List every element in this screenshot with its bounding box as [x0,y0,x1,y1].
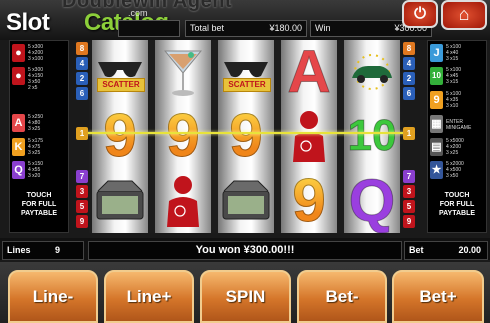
watermark-domain: .com [128,8,148,18]
total-bet-display: Total bet ¥180.00 [185,20,307,37]
enter-minigame-icon: ▦ [430,115,443,133]
line-marker[interactable]: 9 [403,215,415,228]
agent-icon [293,110,325,162]
number-9-symbol: 9 [92,104,148,167]
paytable-row: Q 5 x150 4 x55 3 x20 [12,160,68,182]
paytable-row: 10 5 x100 4 x45 3 x15 [430,66,486,88]
reel-symbol [281,104,337,167]
paytable-row: ● 5 x300 4 x200 3 x100 [12,43,68,65]
line-minus-button[interactable]: Line- [8,270,98,323]
line-marker[interactable]: 9 [76,215,88,228]
line-marker[interactable]: 8 [403,42,415,55]
bet-minus-button[interactable]: Bet- [297,270,387,323]
watermark-slot: Slot [6,9,50,36]
paytable-row: ▤ 5 x5000 4 x200 3 x25 [430,138,464,156]
paytable-row: ▦ ENTER MINIGAME [430,114,486,136]
win-message: You won ¥300.00!!! [88,241,402,260]
left-paytable[interactable]: ● 5 x300 4 x200 3 x100 ● 5 x300 4 x150 3 x50… [9,40,69,233]
briefcase-icon [96,180,144,219]
paytable-row: K 5 x175 4 x75 3 x25 [12,137,68,159]
line-marker[interactable]: 3 [403,185,415,198]
home-icon: ⌂ [458,4,470,24]
agent-icon [167,175,199,227]
number-9-symbol: 9 [218,104,274,167]
line-marker[interactable]: 1 [76,127,88,140]
paytable-row: 9 5 x100 4 x35 3 x10 [430,90,486,112]
reel-symbol [218,169,274,232]
letter-q-symbol: Q [348,166,396,234]
line-marker[interactable]: 4 [76,57,88,70]
winning-payline [82,132,412,134]
number-10-symbol: 10 [347,110,397,160]
reel-symbol [92,169,148,232]
reel-symbol [155,40,211,103]
agent-icon: ● [12,44,25,62]
number-9-icon: 9 [430,91,443,109]
wild-icon: ★ [430,161,443,179]
total-bet-label: Total bet [190,23,225,33]
line-marker[interactable]: 2 [403,72,415,85]
reel-symbol [155,169,211,232]
paytable-row: ★ 5 x2000 4 x500 3 x50 [430,161,464,179]
letter-q-icon: Q [12,161,25,179]
reel-5: 10 Q [344,40,400,233]
letter-a-symbol: A [287,37,331,105]
lines-label: Lines [7,245,31,255]
right-paytable[interactable]: J 5 x100 4 x40 3 x15 10 5 x100 4 x45 3 x15 9… [427,40,487,233]
line-marker[interactable]: 8 [76,42,88,55]
home-button[interactable]: ⌂ [441,0,487,30]
letter-k-icon: K [12,138,25,156]
touch-for-paytable[interactable]: TOUCH FOR FULL PAYTABLE [10,191,68,218]
bet-display: Bet 20.00 [404,241,488,260]
sports-car-icon [352,53,392,90]
paytable-row: ● 5 x300 4 x150 3 x50 2 x5 [12,66,68,91]
reel-1: SCATTER 9 [92,40,148,233]
line-marker[interactable]: 3 [76,185,88,198]
line-marker[interactable]: 7 [76,170,88,183]
scatter-label: SCATTER [97,78,145,92]
line-marker[interactable]: 1 [403,127,415,140]
line-marker[interactable]: 2 [76,72,88,85]
credit-display [118,20,180,37]
number-9-symbol: 9 [281,169,337,232]
touch-for-paytable[interactable]: TOUCH FOR FULL PAYTABLE [428,191,486,218]
reel-2: 9 [155,40,211,233]
line-marker[interactable]: 6 [76,87,88,100]
letter-j-icon: J [430,44,443,62]
line-plus-button[interactable]: Line+ [104,270,194,323]
line-marker[interactable]: 5 [403,200,415,213]
reel-4: A 9 [281,40,337,233]
line-marker[interactable]: 6 [403,87,415,100]
scatter-label: SCATTER [223,78,271,92]
bet-value: 20.00 [458,245,481,255]
paytable-row: J 5 x100 4 x40 3 x15 [430,43,486,65]
reel-symbol [344,40,400,103]
line-marker[interactable]: 4 [403,57,415,70]
win-label: Win [315,23,331,33]
reel-symbol: SCATTER [92,40,148,103]
bet-label: Bet [409,245,424,255]
briefcase-icon [222,180,270,219]
power-icon: ⏻ [414,5,426,22]
agent-icon: ● [12,67,25,85]
briefcase-icon: ▤ [430,138,443,156]
letter-a-icon: A [12,114,25,132]
paytable-row: A 5 x250 4 x80 3 x25 [12,113,68,135]
lines-value: 9 [55,245,61,255]
spin-button[interactable]: SPIN [200,270,291,323]
bet-plus-button[interactable]: Bet+ [392,270,484,323]
reel-symbol: SCATTER [218,40,274,103]
martini-icon [163,50,203,96]
number-9-symbol: 9 [155,104,211,167]
reel-3: SCATTER 9 [218,40,274,233]
power-button[interactable]: ⏻ [402,0,438,28]
lines-display: Lines 9 [2,241,84,260]
total-bet-value: ¥180.00 [269,23,302,33]
line-marker[interactable]: 5 [76,200,88,213]
line-marker[interactable]: 7 [403,170,415,183]
number-10-icon: 10 [430,67,443,85]
